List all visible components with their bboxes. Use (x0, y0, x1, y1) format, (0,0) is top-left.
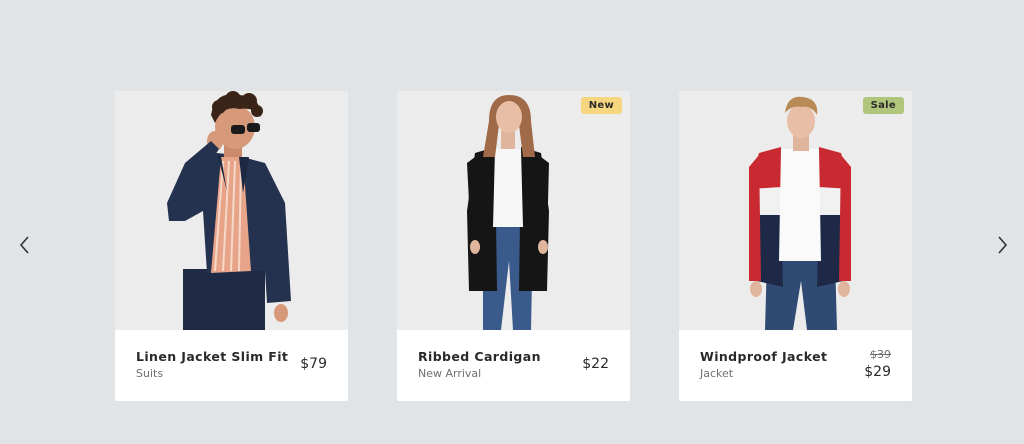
carousel-prev-button[interactable] (10, 230, 40, 260)
carousel-next-button[interactable] (987, 230, 1017, 260)
product-name[interactable]: Ribbed Cardigan (418, 349, 541, 364)
product-card[interactable]: Sale Windproof Jacket Jacket $39 $29 (679, 91, 912, 401)
product-info: Ribbed Cardigan New Arrival $22 (397, 330, 630, 401)
product-price: $29 (864, 364, 891, 380)
chevron-left-icon (19, 236, 29, 254)
product-price: $79 (300, 356, 327, 372)
product-info: Linen Jacket Slim Fit Suits $79 (115, 330, 348, 401)
product-card[interactable]: Linen Jacket Slim Fit Suits $79 (115, 91, 348, 401)
product-category: Jacket (700, 367, 734, 380)
sale-badge: Sale (862, 97, 904, 114)
product-card[interactable]: New Ribbed Cardigan New Arrival $22 (397, 91, 630, 401)
product-category: Suits (136, 367, 164, 380)
product-name[interactable]: Linen Jacket Slim Fit (136, 349, 288, 364)
product-carousel: Linen Jacket Slim Fit Suits $79 New Ribb… (0, 0, 1024, 444)
product-image[interactable] (115, 91, 348, 330)
product-original-price: $39 (870, 348, 891, 361)
chevron-right-icon (998, 236, 1008, 254)
product-image[interactable]: Sale (679, 91, 912, 330)
product-category: New Arrival (418, 367, 482, 380)
product-name[interactable]: Windproof Jacket (700, 349, 827, 364)
product-info: Windproof Jacket Jacket $39 $29 (679, 330, 912, 401)
product-price: $22 (582, 356, 609, 372)
product-image[interactable]: New (397, 91, 630, 330)
new-badge: New (580, 97, 622, 114)
